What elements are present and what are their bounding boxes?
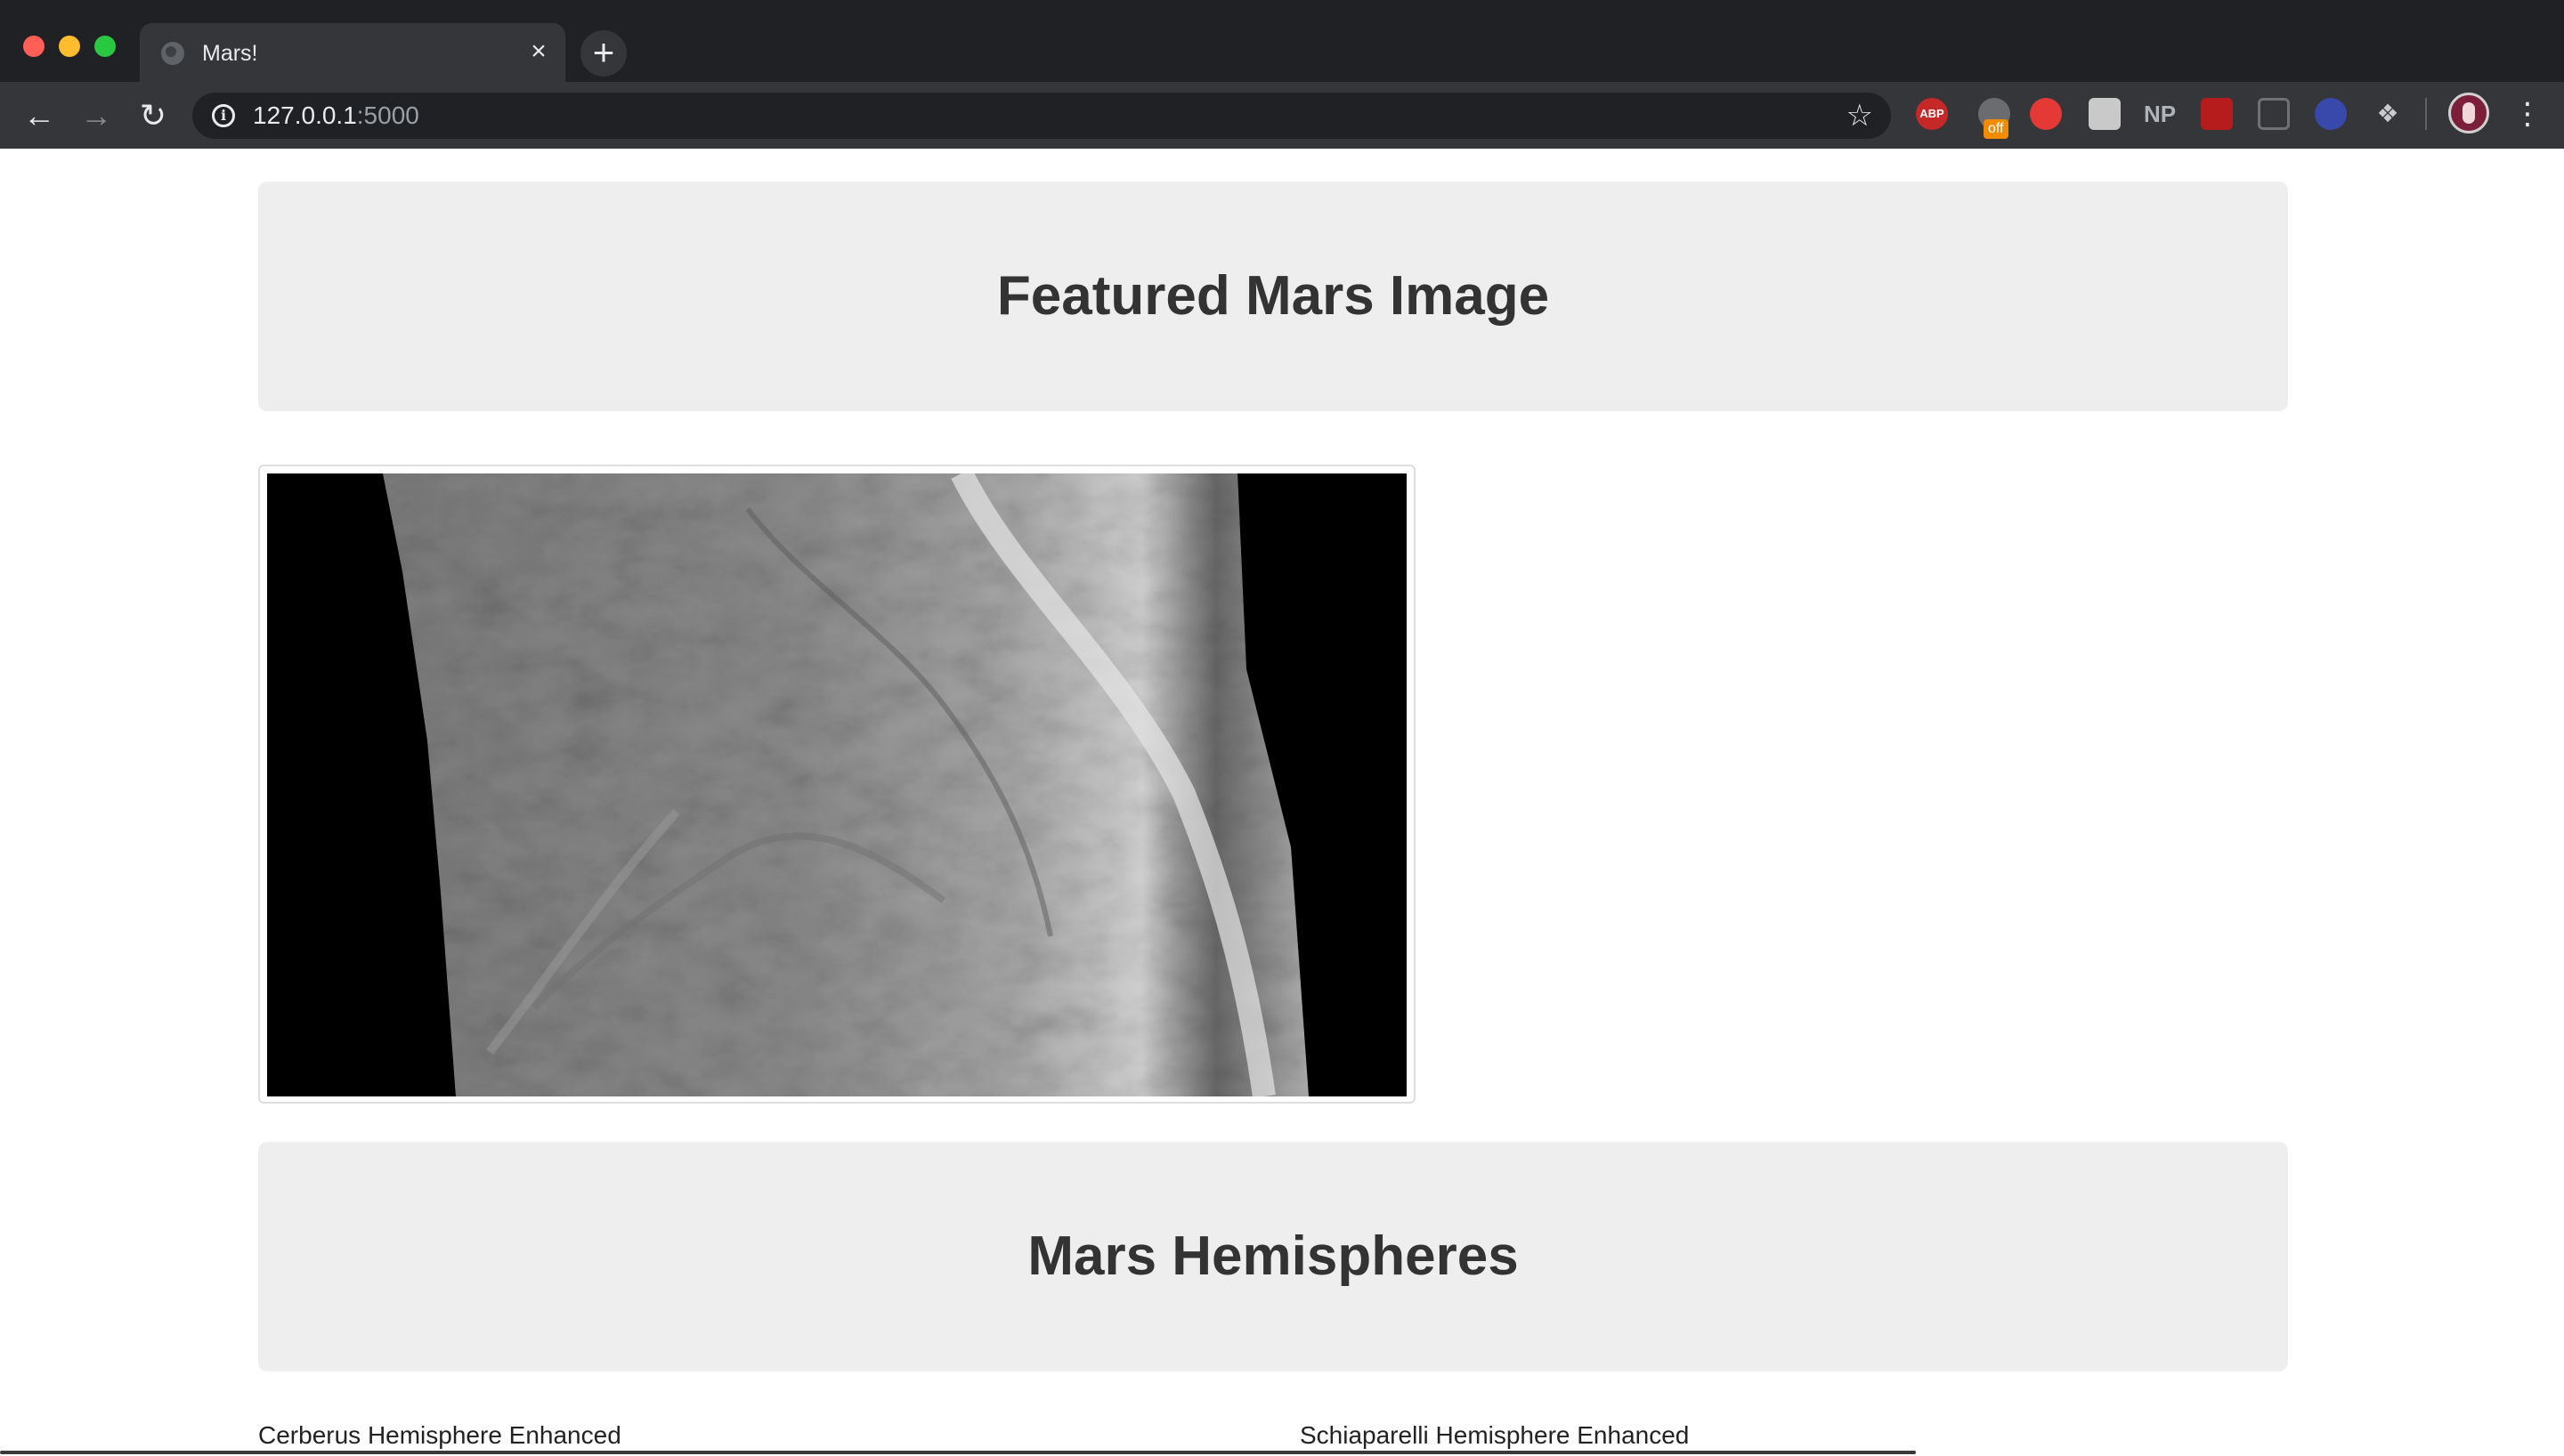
back-button[interactable]: ← <box>20 96 59 135</box>
globe-icon <box>161 42 184 65</box>
mars-surface-image <box>267 473 1407 1096</box>
toolbar-divider <box>2425 98 2427 130</box>
ghostery-badge: off <box>1984 119 2008 139</box>
red-extension-icon[interactable] <box>2201 98 2233 130</box>
doc-icon[interactable] <box>2258 98 2290 130</box>
featured-mars-image[interactable] <box>267 473 1407 1096</box>
featured-jumbotron: Featured Mars Image <box>258 182 2288 411</box>
url-text[interactable]: 127.0.0.1:5000 <box>253 102 419 129</box>
stop-icon[interactable] <box>2030 98 2062 130</box>
np-icon[interactable]: NP <box>2142 98 2178 130</box>
menu-icon[interactable]: ⋮ <box>2512 94 2543 133</box>
tab-strip: Mars! × + <box>0 0 2564 82</box>
new-tab-button[interactable]: + <box>580 30 627 77</box>
adblock-icon[interactable]: ABP <box>1916 98 1948 130</box>
info-icon[interactable]: i <box>212 104 235 127</box>
hemispheres-heading: Mars Hemispheres <box>1027 1225 1519 1287</box>
avatar[interactable] <box>2448 93 2489 133</box>
url-port: :5000 <box>356 101 419 129</box>
tab-title: Mars! <box>202 41 258 66</box>
url-host: 127.0.0.1 <box>253 101 357 129</box>
tab-mars[interactable]: Mars! × <box>140 23 565 82</box>
featured-image-thumbnail <box>258 465 1416 1104</box>
cube-icon[interactable] <box>2089 98 2121 130</box>
maximize-window-button[interactable] <box>94 36 116 57</box>
close-window-button[interactable] <box>23 36 45 57</box>
minimize-window-button[interactable] <box>59 36 80 57</box>
hemisphere-caption-cerberus: Cerberus Hemisphere Enhanced <box>258 1421 621 1449</box>
dropbox-icon[interactable]: ❖ <box>2372 98 2404 130</box>
flag-icon[interactable] <box>2315 98 2347 130</box>
horizontal-scrollbar[interactable] <box>0 1451 1916 1454</box>
forward-button[interactable]: → <box>77 96 116 135</box>
page-content: Featured Mars Image Mars Hemispheres <box>0 149 2564 1456</box>
hemispheres-jumbotron: Mars Hemispheres <box>258 1142 2288 1371</box>
featured-heading: Featured Mars Image <box>996 265 1550 327</box>
hemisphere-caption-schiaparelli: Schiaparelli Hemisphere Enhanced <box>1300 1421 1690 1449</box>
address-bar[interactable]: i 127.0.0.1:5000 ☆ <box>192 93 1891 139</box>
star-icon[interactable]: ☆ <box>1846 98 1873 133</box>
reload-button[interactable]: ↻ <box>134 96 173 135</box>
close-icon[interactable]: × <box>523 36 555 68</box>
browser-chrome: Mars! × + ← → ↻ i 127.0.0.1:5000 ☆ ABP o… <box>0 0 2564 149</box>
